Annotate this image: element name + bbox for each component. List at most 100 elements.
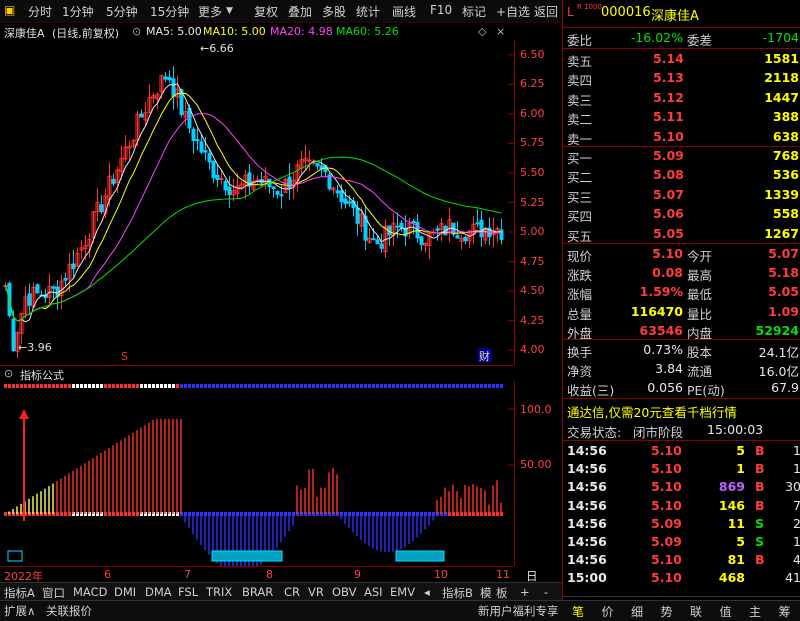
tab-15min[interactable]: 15分钟 bbox=[150, 3, 189, 20]
signal-band-top bbox=[420, 384, 423, 388]
price-axis-label: 4.00 bbox=[520, 343, 545, 357]
signal-band-top bbox=[116, 384, 119, 388]
tab-cr[interactable]: CR bbox=[284, 585, 300, 599]
indicator-svg[interactable] bbox=[0, 381, 514, 574]
signal-band-top bbox=[316, 384, 319, 388]
candle-body bbox=[395, 225, 400, 228]
panel-tab[interactable]: 价 bbox=[602, 603, 614, 620]
draw-line-button[interactable]: 画线 bbox=[392, 3, 416, 20]
tab-scroll-left-icon[interactable]: ◂ bbox=[424, 585, 430, 599]
signal-band-top bbox=[324, 384, 327, 388]
panel-tab[interactable]: 细 bbox=[631, 603, 643, 620]
tab-remove[interactable]: - bbox=[544, 585, 548, 599]
tab-dmi[interactable]: DMI bbox=[114, 585, 136, 599]
back-button[interactable]: 返回 bbox=[534, 3, 558, 20]
tab-window[interactable]: 窗口 bbox=[42, 585, 65, 601]
tab-fsl[interactable]: FSL bbox=[178, 585, 198, 599]
promo-row[interactable]: 通达信,仅需20元查看千档行情 bbox=[563, 401, 800, 421]
overlay-button[interactable]: 叠加 bbox=[288, 3, 312, 20]
signal-band-top bbox=[376, 384, 379, 388]
signal-band-top bbox=[60, 384, 63, 388]
diamond-icon[interactable]: ◇ bbox=[478, 25, 486, 38]
tick-row: 14:56 5.10 81 B 4 bbox=[563, 551, 800, 569]
sells-price: 5.12 bbox=[653, 89, 684, 105]
related-quote-button[interactable]: 关联报价 bbox=[46, 603, 92, 619]
tab-dma[interactable]: DMA bbox=[145, 585, 172, 599]
s-marker[interactable]: S bbox=[121, 350, 128, 363]
panel-tab[interactable]: 笔 bbox=[572, 603, 584, 620]
signal-band-top bbox=[52, 384, 55, 388]
signal-band-top bbox=[228, 384, 231, 388]
buys-label: 买三 bbox=[567, 189, 593, 205]
price-axis-label: 4.50 bbox=[520, 284, 545, 298]
tab-template[interactable]: 模 bbox=[480, 585, 492, 601]
promo-text[interactable]: 通达信,仅需20元查看千档行情 bbox=[567, 402, 737, 421]
candle-body bbox=[203, 150, 208, 153]
tab-indicator-a[interactable]: 指标A bbox=[4, 585, 35, 601]
mark-button[interactable]: 标记 bbox=[462, 3, 486, 20]
quote-label-2: 量比 bbox=[687, 306, 713, 322]
tab-fenshi[interactable]: 分时 bbox=[28, 3, 52, 20]
promo-link[interactable]: 新用户福利专享 bbox=[478, 603, 559, 619]
signal-band-top bbox=[312, 384, 315, 388]
tab-1min[interactable]: 1分钟 bbox=[62, 3, 94, 20]
sells-volume: 1447 bbox=[764, 89, 799, 105]
expand-button[interactable]: 扩展∧ bbox=[4, 603, 35, 619]
tab-brar[interactable]: BRAR bbox=[242, 585, 273, 599]
tab-trix[interactable]: TRIX bbox=[206, 585, 232, 599]
signal-band-top bbox=[492, 384, 495, 388]
chart-options-icon[interactable]: ⊙ bbox=[132, 25, 141, 38]
price-axis: 6.50 6.25 6.00 5.75 5.50 5.25 5.00 4.75 4.50 4.25… bbox=[514, 40, 562, 365]
candle-body bbox=[399, 222, 404, 228]
tab-obv[interactable]: OBV bbox=[332, 585, 356, 599]
candle-body bbox=[379, 243, 384, 249]
signal-band-top bbox=[44, 384, 47, 388]
add-watchlist-button[interactable]: +自选 bbox=[496, 3, 530, 20]
signal-band-top bbox=[212, 384, 215, 388]
tick-count: 1 bbox=[793, 461, 800, 477]
kline-chart[interactable]: ←6.66 ←3.96 S 财 bbox=[0, 40, 515, 365]
signal-band-top bbox=[332, 384, 335, 388]
tab-vr[interactable]: VR bbox=[308, 585, 324, 599]
quote-value: 63546 bbox=[639, 322, 684, 338]
signal-band-top bbox=[84, 384, 87, 388]
signal-band-top bbox=[368, 384, 371, 388]
stats-button[interactable]: 统计 bbox=[356, 3, 380, 20]
tab-add[interactable]: + bbox=[520, 585, 530, 599]
quote-value: 5.10 bbox=[652, 246, 683, 261]
tab-board[interactable]: 板 bbox=[496, 585, 508, 601]
signal-band-top bbox=[196, 384, 199, 388]
fuquan-button[interactable]: 复权 bbox=[254, 3, 278, 20]
f10-button[interactable]: F10 bbox=[430, 3, 452, 17]
buys-volume: 768 bbox=[772, 148, 799, 163]
panel-tab[interactable]: 值 bbox=[720, 603, 732, 620]
tick-row: 14:56 5.09 5 S 1 bbox=[563, 533, 800, 551]
panel-tab[interactable]: 筹 bbox=[779, 603, 791, 620]
candle-body bbox=[215, 174, 220, 181]
tab-5min[interactable]: 5分钟 bbox=[106, 3, 138, 20]
indicator-chart[interactable] bbox=[0, 381, 515, 574]
price-axis-label: 6.00 bbox=[520, 106, 545, 120]
tab-asi[interactable]: ASI bbox=[364, 585, 383, 599]
signal-band-top bbox=[452, 384, 455, 388]
panel-tab[interactable]: 联 bbox=[690, 603, 702, 620]
tab-emv[interactable]: EMV bbox=[390, 585, 415, 599]
tab-more[interactable]: 更多 bbox=[198, 3, 222, 20]
tab-indicator-b[interactable]: 指标B bbox=[442, 585, 473, 601]
tick-row: 14:56 5.10 5 B 1 bbox=[563, 442, 800, 460]
signal-band-top bbox=[160, 384, 163, 388]
cai-marker[interactable]: 财 bbox=[479, 349, 490, 363]
panel-tab[interactable]: 势 bbox=[661, 603, 673, 620]
signal-band-top bbox=[284, 384, 287, 388]
indicator-options-icon[interactable]: ⊙ bbox=[4, 367, 13, 380]
status-bar: 扩展∧ 关联报价 新用户福利专享 笔 价细 势联 值主 筹 bbox=[0, 600, 800, 621]
tab-macd[interactable]: MACD bbox=[73, 585, 107, 599]
signal-band-top bbox=[224, 384, 227, 388]
panel-tab[interactable]: 主 bbox=[749, 603, 761, 620]
kline-svg[interactable]: ←6.66 ←3.96 S 财 bbox=[0, 40, 514, 365]
close-chart-icon[interactable]: × bbox=[496, 25, 505, 38]
candle-body bbox=[11, 318, 16, 352]
more-dropdown-icon[interactable]: ▼ bbox=[226, 6, 233, 16]
multi-stock-button[interactable]: 多股 bbox=[322, 3, 346, 20]
candle-body bbox=[211, 160, 216, 179]
